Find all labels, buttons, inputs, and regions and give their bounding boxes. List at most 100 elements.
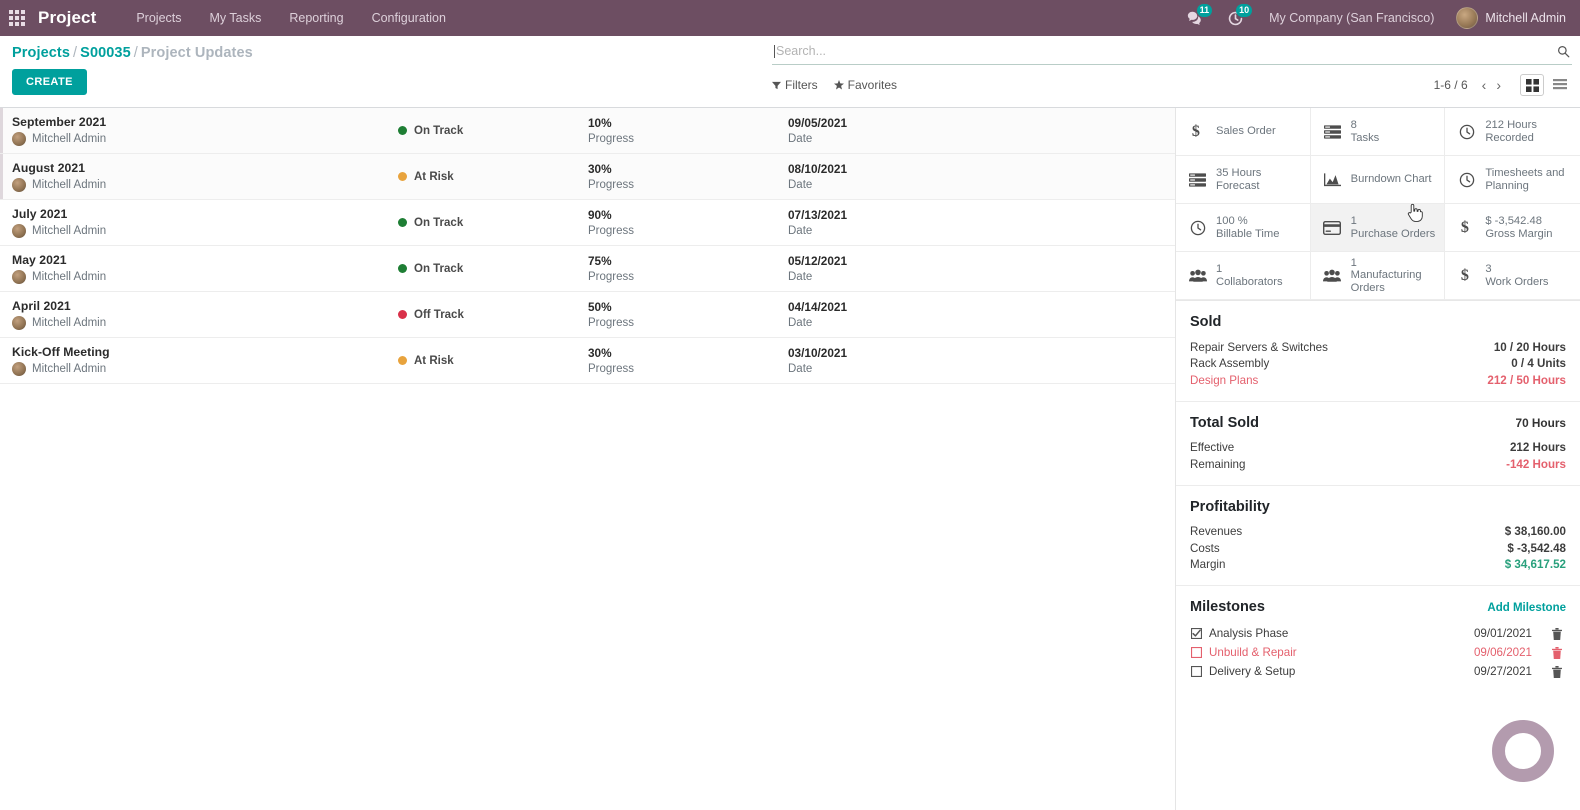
update-title: Kick-Off Meeting <box>12 345 110 359</box>
update-author: Mitchell Admin <box>12 270 398 284</box>
stat-button-manufacturing-orders[interactable]: 1 Manufacturing Orders <box>1310 252 1446 300</box>
nav-item-configuration[interactable]: Configuration <box>358 0 460 36</box>
add-milestone-button[interactable]: Add Milestone <box>1487 602 1566 614</box>
milestone-name[interactable]: Unbuild & Repair <box>1209 644 1444 662</box>
total-sold-item-value: -142 Hours <box>1506 457 1566 471</box>
milestone-row[interactable]: Unbuild & Repair 09/06/2021 <box>1190 643 1566 662</box>
breadcrumb-item-projects[interactable]: Projects <box>12 45 70 61</box>
total-sold-title: Total Sold <box>1190 414 1260 431</box>
status-dot <box>398 264 407 273</box>
progress-label: Progress <box>588 271 635 283</box>
date-label: Date <box>788 225 813 237</box>
company-switcher[interactable]: My Company (San Francisco) <box>1255 11 1448 25</box>
search-icon[interactable] <box>1551 45 1570 58</box>
credit-card-icon <box>1323 220 1342 235</box>
milestone-checkbox-unchecked[interactable] <box>1190 647 1202 659</box>
stat-button-work-orders[interactable]: $ 3 Work Orders <box>1445 252 1580 300</box>
update-title: April 2021 <box>12 299 71 313</box>
stat-text: 8 Tasks <box>1351 119 1380 144</box>
milestone-checkbox-checked[interactable] <box>1190 628 1202 640</box>
nav-item-my-tasks[interactable]: My Tasks <box>196 0 276 36</box>
pager-previous-button[interactable]: ‹ <box>1477 78 1492 92</box>
update-row[interactable]: Kick-Off Meeting Mitchell Admin At Risk … <box>0 338 1175 384</box>
stat-button-hours-forecast[interactable]: 35 Hours Forecast <box>1176 156 1311 204</box>
stat-value: $ -3,542.48 <box>1485 215 1542 227</box>
stat-text: 1 Collaborators <box>1216 263 1283 288</box>
milestone-row[interactable]: Analysis Phase 09/01/2021 <box>1190 624 1566 643</box>
update-row[interactable]: September 2021 Mitchell Admin On Track 1… <box>0 108 1175 154</box>
update-name-cell: July 2021 Mitchell Admin <box>8 207 398 238</box>
stat-value: 1 <box>1216 263 1223 275</box>
stat-button-purchase-orders[interactable]: 1 Purchase Orders <box>1310 204 1446 252</box>
nav-item-reporting[interactable]: Reporting <box>275 0 357 36</box>
status-label: At Risk <box>414 354 454 367</box>
update-title: August 2021 <box>12 161 86 175</box>
search-view[interactable] <box>772 42 1572 65</box>
stat-button-burndown-chart[interactable]: Burndown Chart <box>1310 156 1446 204</box>
update-row[interactable]: July 2021 Mitchell Admin On Track 90% Pr… <box>0 200 1175 246</box>
sold-item-name: Repair Servers & Switches <box>1190 340 1328 354</box>
update-row[interactable]: August 2021 Mitchell Admin At Risk 30% P… <box>0 154 1175 200</box>
sold-item-name[interactable]: Design Plans <box>1190 373 1258 389</box>
milestone-checkbox-unchecked[interactable] <box>1190 666 1202 678</box>
date-value: 05/12/2021 <box>788 254 848 268</box>
trash-icon[interactable] <box>1552 627 1566 640</box>
clock-icon <box>1188 220 1207 236</box>
milestone-name[interactable]: Delivery & Setup <box>1209 663 1444 681</box>
filters-label: Filters <box>785 78 818 92</box>
breadcrumb-item-s00035[interactable]: S00035 <box>80 45 131 61</box>
milestone-date: 09/06/2021 <box>1473 645 1532 659</box>
profitability-item-value: $ -3,542.48 <box>1507 541 1566 555</box>
stat-button-hours-recorded[interactable]: 212 Hours Recorded <box>1445 108 1580 156</box>
trash-icon[interactable] <box>1552 665 1566 678</box>
total-sold-item-value: 212 Hours <box>1509 441 1566 454</box>
milestones-title: Milestones <box>1190 599 1265 615</box>
sold-item: Rack Assembly 0 / 4 Units <box>1190 356 1566 373</box>
date-value: 08/10/2021 <box>788 162 848 176</box>
stat-button-sales-order[interactable]: $ Sales Order <box>1176 108 1311 156</box>
stat-button-gross-margin[interactable]: $ $ -3,542.48 Gross Margin <box>1445 204 1580 252</box>
update-row[interactable]: April 2021 Mitchell Admin Off Track 50% … <box>0 292 1175 338</box>
breadcrumb-item-current: Project Updates <box>140 45 253 61</box>
list-view-button[interactable] <box>1548 74 1572 96</box>
messages-button[interactable]: 11 <box>1175 0 1215 36</box>
stat-value: 100 % <box>1216 215 1248 227</box>
pager-next-button[interactable]: › <box>1491 78 1506 92</box>
kanban-view-button[interactable] <box>1520 74 1544 96</box>
milestone-row[interactable]: Delivery & Setup 09/27/2021 <box>1190 662 1566 681</box>
search-input[interactable] <box>776 44 1551 58</box>
pager: 1-6 / 6 ‹ › <box>1434 74 1572 96</box>
stat-label: Recorded <box>1485 131 1534 144</box>
update-progress-cell: 90% Progress <box>588 208 788 237</box>
create-button[interactable]: CREATE <box>12 69 87 95</box>
stat-text: 1 Manufacturing Orders <box>1351 257 1437 295</box>
stat-value: 1 <box>1350 215 1357 227</box>
update-author: Mitchell Admin <box>12 178 398 192</box>
author-avatar <box>12 132 26 146</box>
trash-icon[interactable] <box>1552 646 1566 659</box>
control-panel-left: Projects / S00035/Project Updates CREATE <box>0 36 760 95</box>
milestone-name[interactable]: Analysis Phase <box>1209 625 1444 643</box>
stat-button-tasks[interactable]: 8 Tasks <box>1310 108 1446 156</box>
favorites-dropdown[interactable]: Favorites <box>833 78 898 92</box>
app-brand-title[interactable]: Project <box>38 8 96 28</box>
user-menu[interactable]: Mitchell Admin <box>1448 7 1572 29</box>
stat-text: Burndown Chart <box>1351 173 1432 186</box>
activities-button[interactable]: 10 <box>1215 0 1255 36</box>
apps-grid-icon[interactable] <box>6 7 28 29</box>
nav-item-projects[interactable]: Projects <box>122 0 195 36</box>
update-status-cell: On Track <box>398 125 588 137</box>
stat-value: 35 Hours <box>1216 167 1262 179</box>
stat-button-billable-time[interactable]: 100 % Billable Time <box>1176 204 1311 252</box>
favorites-label: Favorites <box>847 78 898 92</box>
star-icon <box>833 80 844 90</box>
total-sold-header: Total Sold 70 Hours <box>1190 415 1566 431</box>
progress-value: 30% <box>588 346 612 360</box>
update-row[interactable]: May 2021 Mitchell Admin On Track 75% Pro… <box>0 246 1175 292</box>
progress-label: Progress <box>588 179 635 191</box>
author-name: Mitchell Admin <box>32 317 107 329</box>
stat-button-timesheets-planning[interactable]: Timesheets and Planning <box>1445 156 1580 204</box>
filters-dropdown[interactable]: Filters <box>772 78 818 92</box>
stat-button-collaborators[interactable]: 1 Collaborators <box>1176 252 1311 300</box>
stat-value: 3 <box>1485 263 1492 275</box>
